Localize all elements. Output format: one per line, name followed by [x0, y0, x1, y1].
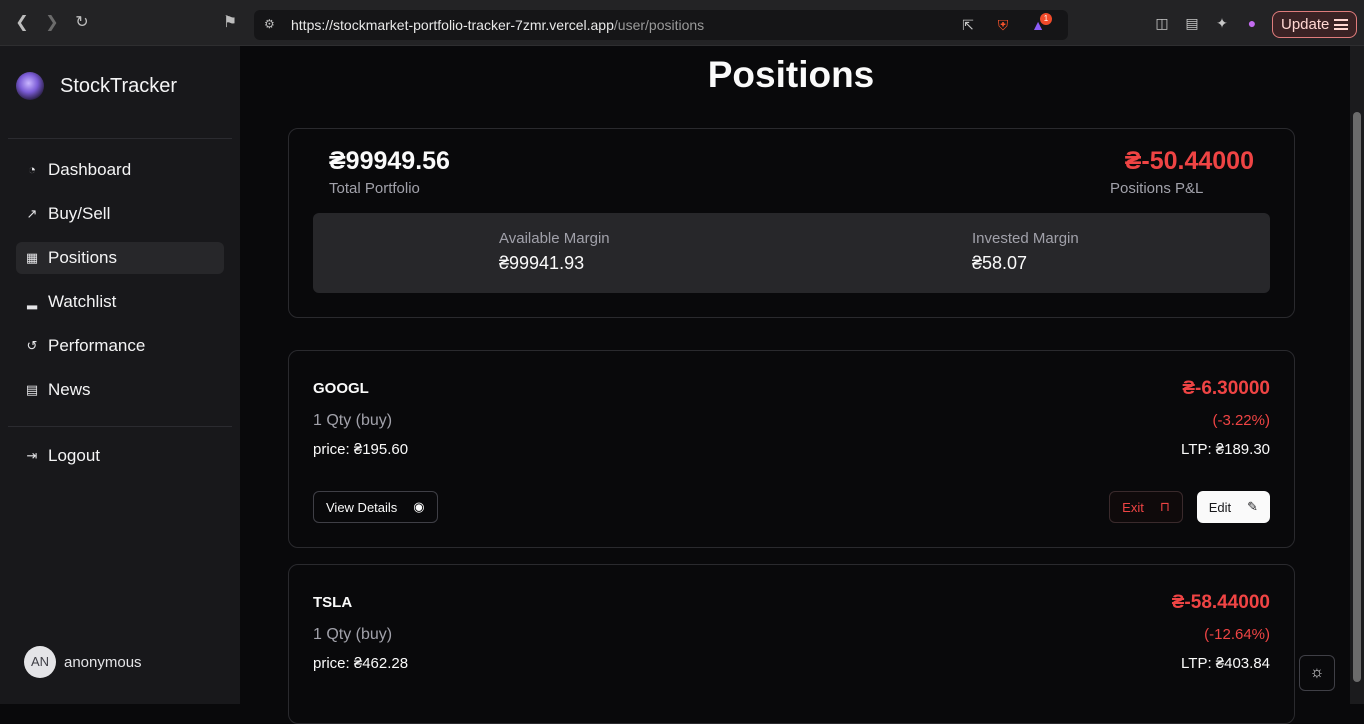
leo-ai-icon[interactable]: ✦ [1213, 14, 1231, 32]
position-ltp: LTP: ₴189.30 [1181, 441, 1270, 458]
wallet-icon[interactable]: ▤ [1183, 14, 1201, 32]
site-info-icon[interactable]: ⚙ [264, 17, 280, 33]
reload-icon[interactable]: ↻ [71, 12, 93, 34]
total-portfolio-label: Total Portfolio [329, 180, 420, 197]
brave-shield-icon[interactable]: ⛨ [994, 16, 1012, 34]
sidebar-item-performance[interactable]: ↺ Performance [16, 330, 224, 362]
position-quantity: 1 Qty (buy) [313, 626, 393, 643]
total-portfolio-value: ₴99949.56 [329, 147, 450, 175]
sidebar-item-label: Positions [48, 248, 117, 267]
trending-up-icon: ↗ [26, 206, 38, 221]
margin-panel: Available Margin ₴99941.93 Invested Marg… [313, 213, 1270, 293]
sidebar-item-dashboard[interactable]: ◔ Dashboard [16, 154, 224, 186]
exit-label: Exit [1122, 499, 1144, 515]
position-pnl-percent: (-12.64%) [1204, 626, 1270, 643]
sidebar: StockTracker ◔ Dashboard ↗ Buy/Sell ▦ Po… [0, 46, 240, 704]
sidebar-toggle-icon[interactable]: ◫ [1153, 14, 1171, 32]
avatar: AN [24, 646, 56, 678]
username: anonymous [64, 653, 142, 671]
update-button[interactable]: Update [1272, 11, 1357, 38]
sidebar-item-buy-sell[interactable]: ↗ Buy/Sell [16, 198, 224, 230]
edit-button[interactable]: Edit ✎ [1196, 491, 1270, 523]
logout-label: Logout [48, 446, 100, 465]
menu-icon [1334, 19, 1348, 30]
edit-label: Edit [1208, 499, 1232, 515]
view-details-label: View Details [326, 499, 398, 515]
position-symbol: GOOGL [313, 380, 369, 397]
position-card: GOOGL 1 Qty (buy) price: ₴195.60 ₴-6.300… [288, 350, 1295, 548]
positions-pnl-label: Positions P&L [1110, 180, 1204, 197]
brand[interactable]: StockTracker [16, 72, 177, 100]
eye-icon: ◉ [413, 499, 425, 514]
position-pnl: ₴-58.44000 [1171, 592, 1270, 613]
logout-icon: ⇥ [26, 448, 38, 463]
share-icon[interactable]: ⇱ [959, 16, 977, 34]
bar-chart-icon: ▂ [27, 294, 37, 309]
user-profile[interactable]: AN anonymous [24, 646, 142, 678]
notification-badge: 1 [1040, 13, 1052, 25]
theme-toggle-button[interactable]: ☼ [1299, 655, 1335, 691]
divider [8, 138, 232, 139]
logout-button[interactable]: ⇥ Logout [16, 440, 224, 472]
door-icon: ⊓ [1159, 499, 1170, 514]
view-details-button[interactable]: View Details ◉ [313, 491, 438, 523]
pencil-icon: ✎ [1247, 499, 1258, 514]
forward-icon[interactable]: ❯ [41, 12, 63, 34]
history-icon: ↺ [26, 338, 38, 353]
position-symbol: TSLA [313, 594, 353, 611]
address-bar[interactable]: ⚙ https://stockmarket-portfolio-tracker-… [254, 10, 1068, 40]
position-card: TSLA 1 Qty (buy) price: ₴462.28 ₴-58.440… [288, 564, 1295, 724]
bookmark-icon[interactable]: ⚑ [219, 12, 241, 34]
position-pnl: ₴-6.30000 [1182, 378, 1270, 399]
sidebar-item-label: Buy/Sell [48, 204, 111, 223]
sidebar-item-label: Performance [48, 336, 146, 355]
divider [8, 426, 232, 427]
sidebar-item-label: Dashboard [48, 160, 132, 179]
sidebar-item-positions[interactable]: ▦ Positions [16, 242, 224, 274]
position-price: price: ₴462.28 [313, 655, 409, 672]
chart-icon: ▦ [25, 250, 39, 265]
scrollbar-thumb[interactable] [1353, 112, 1361, 682]
invested-margin-label: Invested Margin [972, 230, 1079, 247]
newspaper-icon: ▤ [25, 382, 39, 397]
position-pnl-percent: (-3.22%) [1212, 412, 1270, 429]
sidebar-item-watchlist[interactable]: ▂ Watchlist [16, 286, 224, 318]
browser-toolbar: ❮ ❯ ↻ ⚑ ⚙ https://stockmarket-portfolio-… [0, 0, 1364, 46]
sidebar-item-label: Watchlist [48, 292, 117, 311]
position-price: price: ₴195.60 [313, 441, 409, 458]
positions-pnl-value: ₴-50.44000 [1124, 147, 1254, 175]
portfolio-summary-card: ₴99949.56 Total Portfolio ₴-50.44000 Pos… [288, 128, 1295, 318]
sidebar-item-label: News [48, 380, 91, 399]
sidebar-item-news[interactable]: ▤ News [16, 374, 224, 406]
scrollbar[interactable] [1350, 46, 1364, 704]
profile-icon[interactable]: ● [1243, 14, 1261, 32]
page-title: Positions [707, 54, 875, 95]
available-margin-label: Available Margin [499, 230, 610, 247]
back-icon[interactable]: ❮ [11, 12, 33, 34]
url-text: https://stockmarket-portfolio-tracker-7z… [291, 17, 705, 33]
exit-button[interactable]: Exit ⊓ [1109, 491, 1183, 523]
sun-icon: ☼ [1309, 664, 1325, 681]
invested-margin-value: ₴58.07 [972, 253, 1028, 273]
available-margin-value: ₴99941.93 [499, 253, 585, 273]
position-ltp: LTP: ₴403.84 [1181, 655, 1270, 672]
gauge-icon: ◔ [28, 162, 36, 177]
logo-icon [16, 72, 44, 100]
brand-name: StockTracker [60, 74, 178, 97]
position-quantity: 1 Qty (buy) [313, 412, 393, 429]
